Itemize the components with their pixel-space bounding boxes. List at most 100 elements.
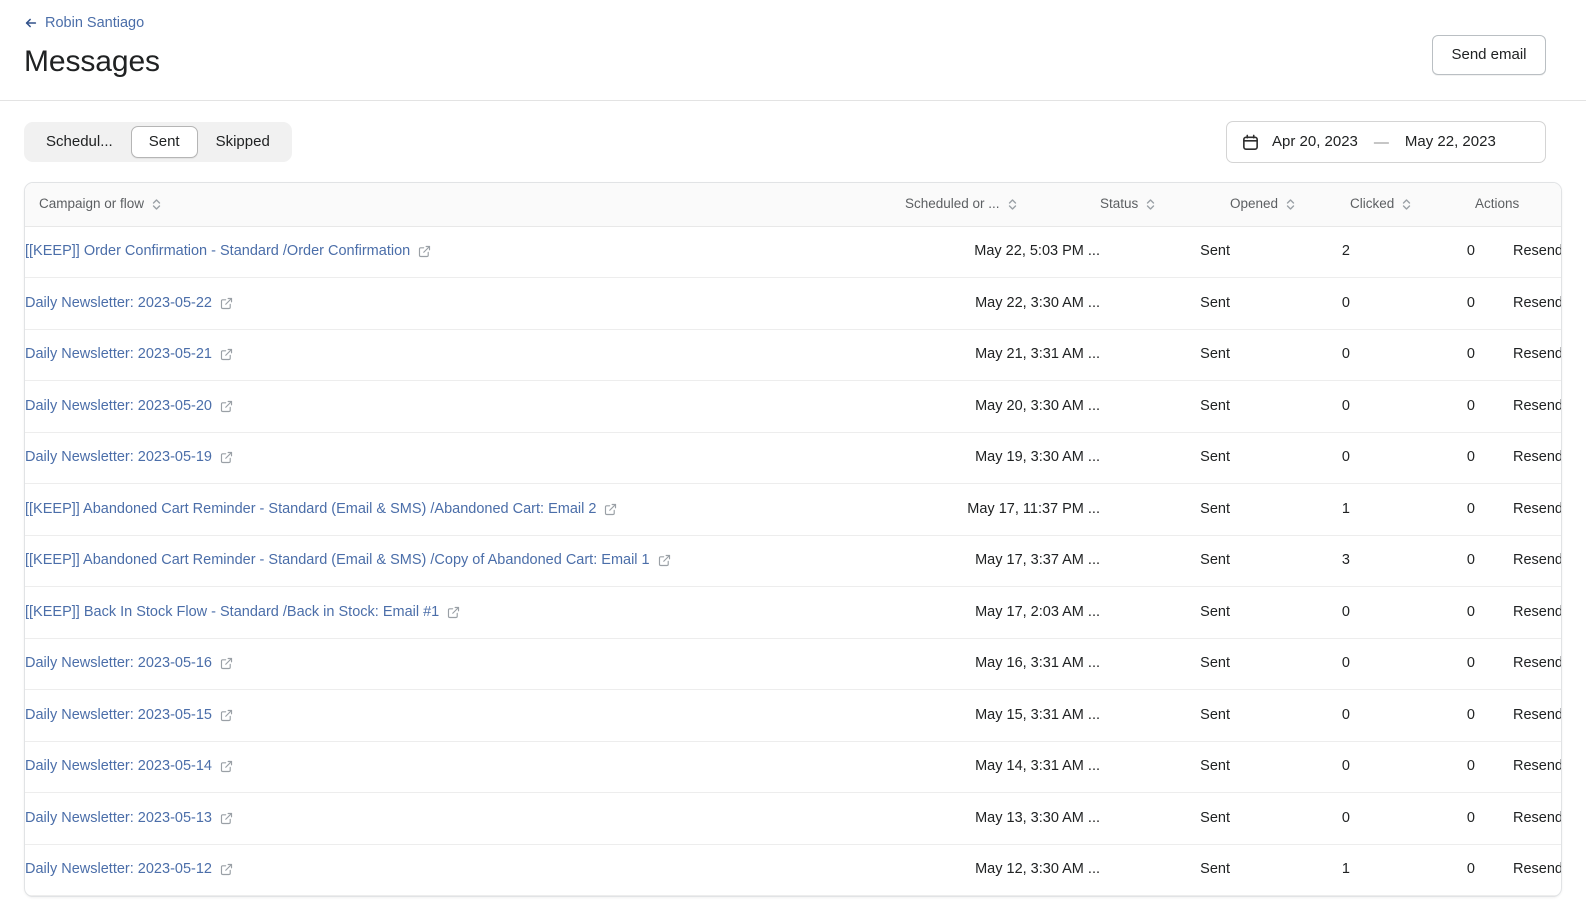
cell-campaign: Daily Newsletter: 2023-05-22 — [25, 277, 905, 330]
sort-chevrons-icon — [1285, 197, 1296, 212]
cell-status: Sent — [1100, 535, 1230, 587]
resend-button[interactable]: Resend — [1513, 501, 1561, 517]
campaign-link[interactable]: Daily Newsletter: 2023-05-19 — [25, 448, 233, 467]
cell-date: May 14, 3:31 AM ... — [905, 741, 1100, 793]
campaign-link[interactable]: Daily Newsletter: 2023-05-21 — [25, 345, 233, 364]
campaign-link-label: Daily Newsletter: 2023-05-14 — [25, 758, 212, 775]
campaign-link[interactable]: Daily Newsletter: 2023-05-16 — [25, 654, 233, 673]
cell-clicked: 0 — [1350, 638, 1475, 690]
resend-button[interactable]: Resend — [1513, 810, 1561, 826]
campaign-link-label: Daily Newsletter: 2023-05-15 — [25, 706, 212, 723]
sort-chevrons-icon — [1007, 197, 1018, 212]
cell-status: Sent — [1100, 638, 1230, 690]
date-range-end: May 22, 2023 — [1404, 133, 1496, 150]
campaign-link-label: Daily Newsletter: 2023-05-20 — [25, 397, 212, 414]
table-row: Daily Newsletter: 2023-05-22 May 22, 3:30… — [25, 277, 1561, 330]
messages-page: Robin Santiago Messages Send email Sched… — [0, 0, 1586, 912]
resend-button[interactable]: Resend — [1513, 243, 1561, 259]
cell-actions: Resend — [1475, 792, 1561, 845]
page-header: Robin Santiago Messages Send email — [0, 0, 1586, 101]
campaign-link[interactable]: [[KEEP]] Order Confirmation - Standard /… — [25, 242, 431, 261]
resend-button[interactable]: Resend — [1513, 552, 1561, 568]
campaign-link-label: Daily Newsletter: 2023-05-16 — [25, 655, 212, 672]
campaign-link[interactable]: [[KEEP]] Abandoned Cart Reminder - Stand… — [25, 500, 617, 519]
cell-status: Sent — [1100, 844, 1230, 896]
resend-button[interactable]: Resend — [1513, 346, 1561, 362]
column-header-status-label: Status — [1100, 196, 1139, 212]
table-head: Campaign or flow Scheduled or ... Status… — [25, 183, 1561, 227]
campaign-link[interactable]: Daily Newsletter: 2023-05-12 — [25, 860, 233, 879]
campaign-link[interactable]: Daily Newsletter: 2023-05-14 — [25, 757, 233, 776]
column-header-date[interactable]: Scheduled or ... — [905, 183, 1100, 227]
cell-clicked: 0 — [1350, 329, 1475, 381]
campaign-link[interactable]: Daily Newsletter: 2023-05-13 — [25, 809, 233, 828]
external-link-icon — [220, 451, 233, 464]
cell-opened: 2 — [1230, 226, 1350, 278]
column-header-clicked[interactable]: Clicked — [1350, 183, 1475, 227]
table-row: Daily Newsletter: 2023-05-19 May 19, 3:30… — [25, 432, 1561, 484]
table-row: [[KEEP]] Order Confirmation - Standard /… — [25, 226, 1561, 278]
column-header-status[interactable]: Status — [1100, 183, 1230, 227]
cell-actions: Resend — [1475, 689, 1561, 742]
column-header-campaign[interactable]: Campaign or flow — [25, 183, 905, 227]
campaign-link-label: [[KEEP]] Back In Stock Flow - Standard /… — [25, 603, 440, 620]
cell-clicked: 0 — [1350, 792, 1475, 845]
cell-status: Sent — [1100, 586, 1230, 639]
campaign-link[interactable]: [[KEEP]] Back In Stock Flow - Standard /… — [25, 603, 460, 622]
cell-status: Sent — [1100, 689, 1230, 742]
resend-button[interactable]: Resend — [1513, 861, 1561, 877]
campaign-link[interactable]: Daily Newsletter: 2023-05-20 — [25, 397, 233, 416]
table-row: Daily Newsletter: 2023-05-21 May 21, 3:31… — [25, 329, 1561, 381]
cell-clicked: 0 — [1350, 689, 1475, 742]
cell-actions: Resend — [1475, 380, 1561, 433]
cell-actions: Resend — [1475, 483, 1561, 536]
resend-button[interactable]: Resend — [1513, 707, 1561, 723]
campaign-link[interactable]: [[KEEP]] Abandoned Cart Reminder - Stand… — [25, 551, 671, 570]
messages-table-card: Campaign or flow Scheduled or ... Status… — [24, 182, 1562, 897]
cell-campaign: Daily Newsletter: 2023-05-14 — [25, 741, 905, 793]
column-header-date-label: Scheduled or ... — [905, 196, 1000, 212]
cell-opened: 1 — [1230, 483, 1350, 536]
cell-opened: 1 — [1230, 844, 1350, 896]
tab-skipped[interactable]: Skipped — [198, 126, 288, 158]
resend-button[interactable]: Resend — [1513, 449, 1561, 465]
campaign-link-label: Daily Newsletter: 2023-05-12 — [25, 861, 212, 878]
table-row: [[KEEP]] Abandoned Cart Reminder - Stand… — [25, 483, 1561, 536]
column-header-actions: Actions — [1475, 183, 1561, 227]
resend-button[interactable]: Resend — [1513, 758, 1561, 774]
cell-opened: 0 — [1230, 792, 1350, 845]
date-range-picker[interactable]: Apr 20, 2023 — May 22, 2023 — [1226, 121, 1546, 163]
messages-table: Campaign or flow Scheduled or ... Status… — [25, 183, 1561, 896]
resend-button[interactable]: Resend — [1513, 655, 1561, 671]
cell-clicked: 0 — [1350, 380, 1475, 433]
send-email-button[interactable]: Send email — [1432, 35, 1546, 75]
external-link-icon — [220, 863, 233, 876]
cell-status: Sent — [1100, 277, 1230, 330]
resend-button[interactable]: Resend — [1513, 295, 1561, 311]
cell-clicked: 0 — [1350, 483, 1475, 536]
sort-chevrons-icon — [151, 197, 162, 212]
date-range-start: Apr 20, 2023 — [1272, 133, 1358, 150]
cell-date: May 17, 3:37 AM ... — [905, 535, 1100, 587]
cell-date: May 22, 3:30 AM ... — [905, 277, 1100, 330]
cell-date: May 13, 3:30 AM ... — [905, 792, 1100, 845]
column-header-opened[interactable]: Opened — [1230, 183, 1350, 227]
cell-date: May 17, 2:03 AM ... — [905, 586, 1100, 639]
resend-button[interactable]: Resend — [1513, 604, 1561, 620]
cell-actions: Resend — [1475, 226, 1561, 278]
table-row: Daily Newsletter: 2023-05-16 May 16, 3:31… — [25, 638, 1561, 690]
resend-button[interactable]: Resend — [1513, 398, 1561, 414]
calendar-icon — [1241, 133, 1260, 152]
cell-campaign: [[KEEP]] Abandoned Cart Reminder - Stand… — [25, 535, 905, 587]
cell-campaign: Daily Newsletter: 2023-05-12 — [25, 844, 905, 896]
cell-clicked: 0 — [1350, 432, 1475, 484]
campaign-link[interactable]: Daily Newsletter: 2023-05-22 — [25, 294, 233, 313]
campaign-link-label: [[KEEP]] Abandoned Cart Reminder - Stand… — [25, 552, 650, 569]
tab-scheduled[interactable]: Schedul... — [28, 126, 131, 158]
cell-campaign: Daily Newsletter: 2023-05-20 — [25, 380, 905, 433]
campaign-link[interactable]: Daily Newsletter: 2023-05-15 — [25, 706, 233, 725]
column-header-clicked-label: Clicked — [1350, 196, 1395, 212]
sort-chevrons-icon — [1401, 197, 1412, 212]
breadcrumb-back-link[interactable]: Robin Santiago — [24, 14, 144, 32]
tab-sent[interactable]: Sent — [130, 125, 198, 158]
